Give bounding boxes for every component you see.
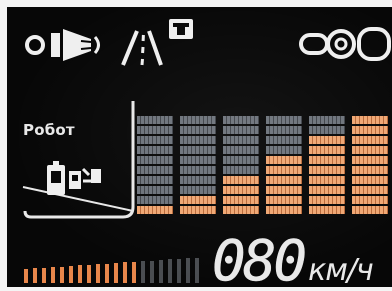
speed-value: 080 xyxy=(212,229,308,287)
rpm-segment-lit xyxy=(69,266,73,283)
equalizer-segment-unlit xyxy=(137,196,173,204)
equalizer-segment-lit xyxy=(266,166,302,174)
equalizer-segment-lit xyxy=(309,196,345,204)
rpm-segment-lit xyxy=(105,264,109,283)
equalizer-segment-unlit xyxy=(223,156,259,164)
speed-unit: км/ч xyxy=(308,253,374,287)
equalizer-column xyxy=(137,115,173,215)
equalizer-display xyxy=(137,115,392,215)
rpm-segment-unlit xyxy=(168,259,172,283)
equalizer-segment-unlit xyxy=(137,176,173,184)
lane-assist-icon xyxy=(121,19,193,66)
equalizer-segment-lit xyxy=(223,176,259,184)
equalizer-segment-lit xyxy=(352,166,388,174)
equalizer-column xyxy=(352,115,388,215)
rpm-segment-lit xyxy=(33,268,37,283)
equalizer-segment-lit xyxy=(266,176,302,184)
equalizer-segment-lit xyxy=(352,146,388,154)
rpm-segment-unlit xyxy=(159,260,163,283)
equalizer-segment-lit xyxy=(309,206,345,214)
equalizer-segment-unlit xyxy=(137,136,173,144)
equalizer-segment-lit xyxy=(266,206,302,214)
rpm-segment-unlit xyxy=(177,259,181,283)
rpm-segment-lit xyxy=(60,267,64,283)
equalizer-segment-lit xyxy=(352,206,388,214)
rpm-segment-lit xyxy=(96,264,100,283)
equalizer-segment-lit xyxy=(180,196,216,204)
equalizer-segment-unlit xyxy=(180,146,216,154)
equalizer-segment-lit xyxy=(352,156,388,164)
equalizer-segment-lit xyxy=(309,166,345,174)
equalizer-segment-lit xyxy=(137,206,173,214)
equalizer-segment-lit xyxy=(352,116,388,124)
equalizer-segment-lit xyxy=(309,136,345,144)
equalizer-segment-lit xyxy=(309,176,345,184)
rpm-segment-lit xyxy=(51,267,55,283)
equalizer-segment-unlit xyxy=(137,166,173,174)
equalizer-segment-unlit xyxy=(223,136,259,144)
equalizer-segment-unlit xyxy=(180,126,216,134)
equalizer-segment-lit xyxy=(180,206,216,214)
equalizer-segment-unlit xyxy=(137,126,173,134)
chain-link-icon xyxy=(299,27,391,61)
rpm-segment-unlit xyxy=(195,258,199,283)
equalizer-segment-unlit xyxy=(266,136,302,144)
rpm-segment-lit xyxy=(42,268,46,283)
equalizer-segment-lit xyxy=(223,206,259,214)
equalizer-segment-unlit xyxy=(223,146,259,154)
equalizer-segment-lit xyxy=(352,136,388,144)
equalizer-segment-unlit xyxy=(266,146,302,154)
equalizer-segment-unlit xyxy=(223,126,259,134)
rpm-segment-lit xyxy=(87,265,91,283)
equalizer-segment-unlit xyxy=(180,186,216,194)
equalizer-segment-lit xyxy=(309,186,345,194)
equalizer-segment-unlit xyxy=(180,156,216,164)
rpm-segment-lit xyxy=(132,262,136,283)
equalizer-segment-unlit xyxy=(180,166,216,174)
equalizer-segment-lit xyxy=(266,196,302,204)
equalizer-column xyxy=(266,115,302,215)
equalizer-segment-lit xyxy=(352,126,388,134)
equalizer-segment-unlit xyxy=(266,116,302,124)
rpm-segment-lit xyxy=(123,262,127,283)
equalizer-segment-unlit xyxy=(309,126,345,134)
rpm-segment-lit xyxy=(24,269,28,283)
equalizer-column xyxy=(180,115,216,215)
rpm-segment-lit xyxy=(78,265,82,283)
equalizer-column xyxy=(223,115,259,215)
rpm-segment-unlit xyxy=(150,261,154,283)
equalizer-segment-lit xyxy=(352,186,388,194)
speed-readout: 080 км/ч xyxy=(212,229,374,287)
sensor-wave-icon xyxy=(25,29,100,61)
rpm-segment-unlit xyxy=(186,258,190,283)
equalizer-segment-lit xyxy=(309,156,345,164)
rpm-segment-lit xyxy=(114,263,118,283)
equalizer-segment-unlit xyxy=(223,116,259,124)
equalizer-segment-lit xyxy=(223,196,259,204)
equalizer-segment-lit xyxy=(352,196,388,204)
equalizer-segment-unlit xyxy=(137,156,173,164)
equalizer-segment-unlit xyxy=(180,116,216,124)
robot-phone-icon xyxy=(47,161,101,195)
rpm-bar xyxy=(24,258,214,283)
equalizer-segment-lit xyxy=(223,186,259,194)
equalizer-segment-unlit xyxy=(137,116,173,124)
equalizer-column xyxy=(309,115,345,215)
equalizer-segment-unlit xyxy=(180,136,216,144)
equalizer-segment-unlit xyxy=(137,186,173,194)
equalizer-segment-lit xyxy=(352,176,388,184)
dashboard-display: Робот 080 км/ч xyxy=(7,7,392,287)
equalizer-segment-lit xyxy=(266,186,302,194)
equalizer-segment-unlit xyxy=(309,116,345,124)
robot-mode-label: Робот xyxy=(23,121,75,139)
equalizer-segment-unlit xyxy=(137,146,173,154)
equalizer-segment-unlit xyxy=(266,126,302,134)
rpm-segment-unlit xyxy=(141,261,145,283)
equalizer-segment-unlit xyxy=(223,166,259,174)
equalizer-segment-unlit xyxy=(180,176,216,184)
equalizer-segment-lit xyxy=(266,156,302,164)
equalizer-segment-lit xyxy=(309,146,345,154)
